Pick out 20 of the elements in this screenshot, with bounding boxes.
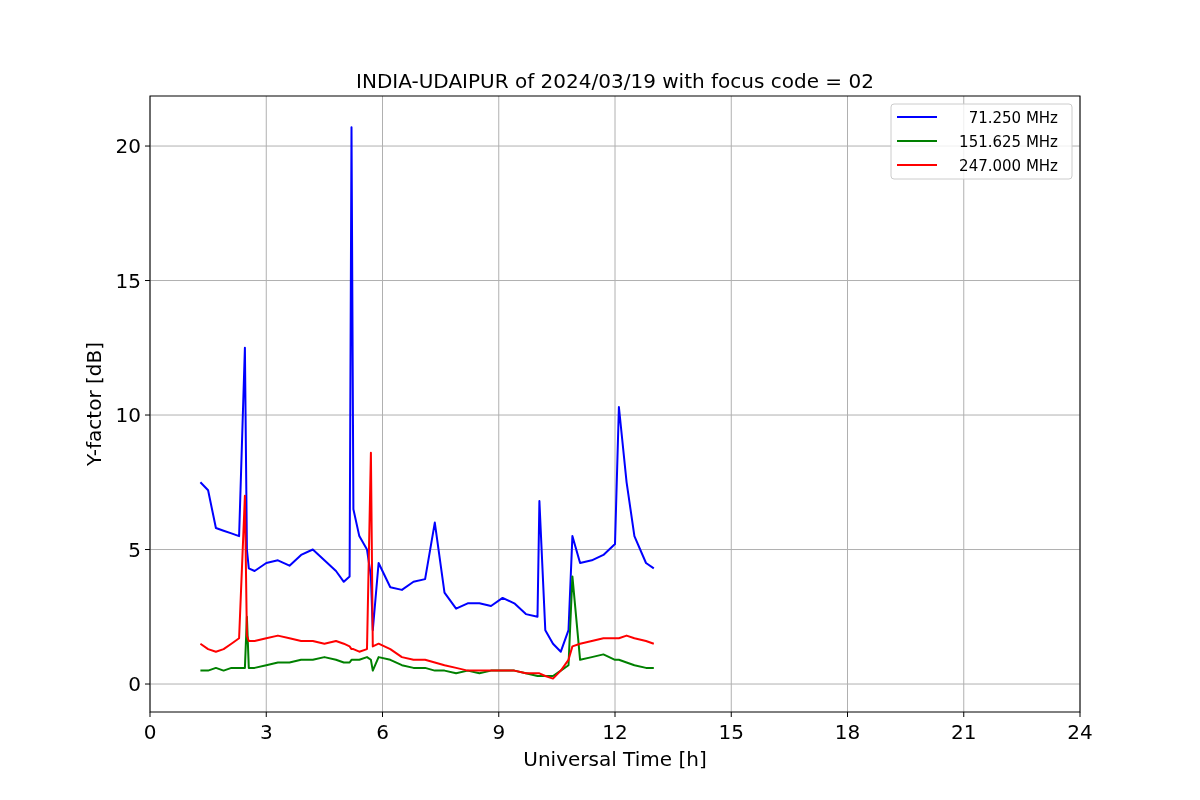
- y-tick-label: 20: [115, 134, 141, 159]
- chart-title: INDIA-UDAIPUR of 2024/03/19 with focus code = 02: [356, 69, 874, 93]
- y-tick-label: 10: [115, 403, 141, 428]
- x-tick-label: 15: [718, 720, 744, 744]
- y-tick-label: 0: [128, 672, 141, 696]
- y-tick-label: 5: [128, 537, 141, 562]
- legend-label: 247.000 MHz: [959, 157, 1058, 175]
- x-tick-label: 12: [602, 720, 628, 744]
- x-tick-label: 24: [1067, 720, 1093, 744]
- x-tick-label: 21: [951, 720, 977, 744]
- x-tick-label: 6: [376, 720, 389, 744]
- x-tick-label: 0: [143, 720, 157, 744]
- legend-label: 71.250 MHz: [968, 109, 1058, 127]
- y-axis-label: Y-factor [dB]: [82, 342, 106, 466]
- x-tick-label: 9: [492, 720, 506, 744]
- y-tick-label: 15: [115, 268, 141, 293]
- x-tick-label: 3: [259, 720, 273, 744]
- legend-label: 151.625 MHz: [959, 133, 1058, 151]
- x-axis-label: Universal Time [h]: [523, 747, 707, 771]
- x-tick-label: 18: [834, 720, 861, 744]
